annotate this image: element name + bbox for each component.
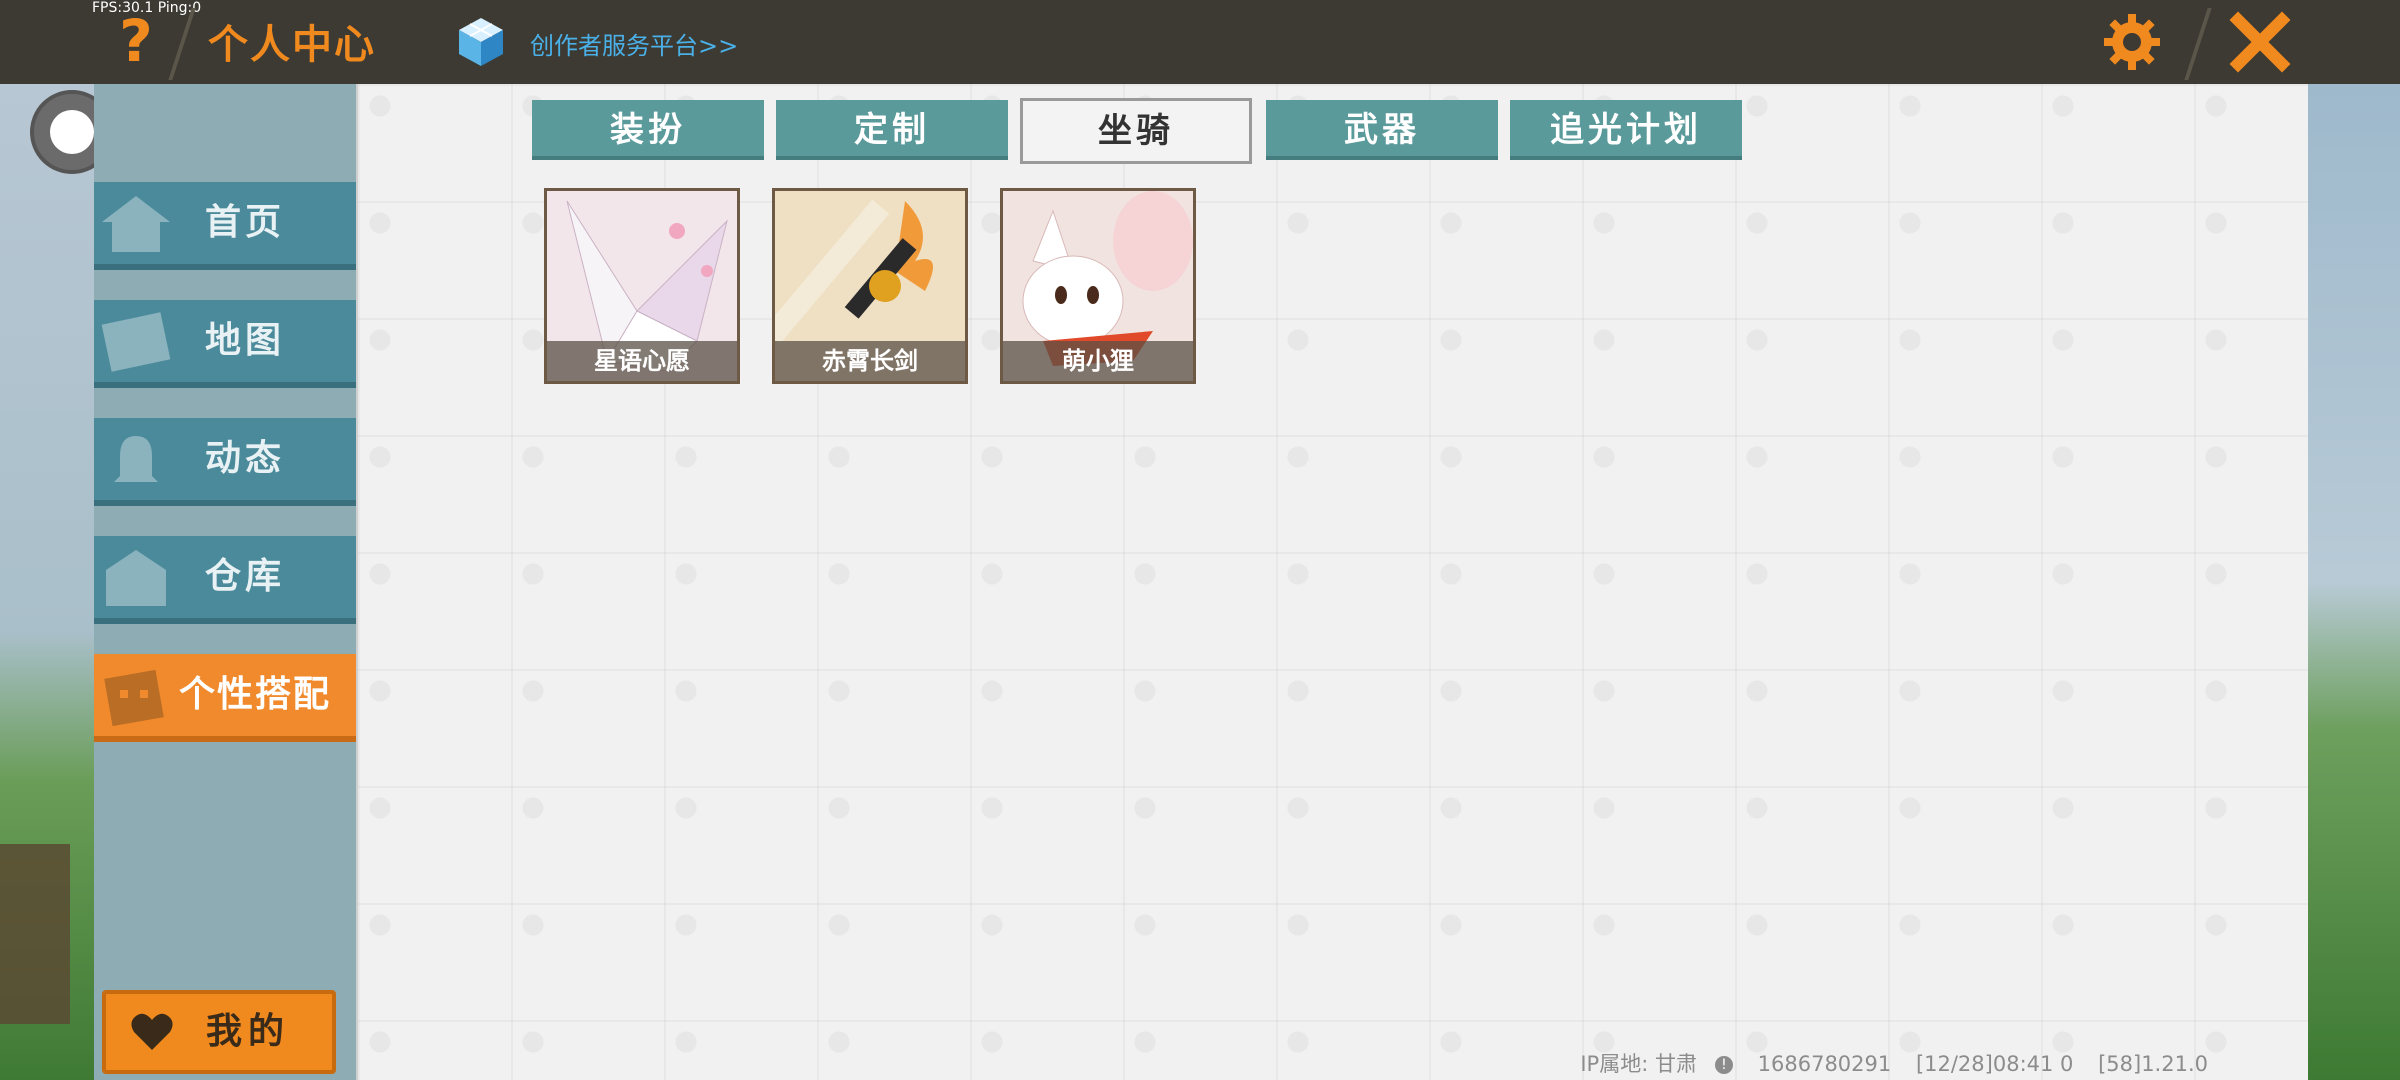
creator-cube-icon[interactable] [455,14,507,70]
status-footer: IP属地: 甘肃! 1686780291 [12/28]08:41 0 [58]… [1544,1048,2208,1078]
divider [168,8,196,80]
settings-gear-icon[interactable] [2100,10,2164,74]
sidebar-item-label: 动态 [204,438,285,479]
info-icon[interactable]: ! [1714,1056,1733,1074]
tab-chase-light-plan[interactable]: 追光计划 [1510,100,1742,160]
user-id: 1686780291 [1757,1052,1892,1076]
ip-location: IP属地: 甘肃! [1562,1052,1733,1076]
top-bar: FPS:30.1 Ping:0 ? 个人中心 创作者服务平台>> [0,0,2400,84]
tab-mount[interactable]: 坐骑 [1020,98,1252,164]
sidebar-item-label: 首页 [204,202,285,243]
terrain-block [0,844,70,1024]
mine-button-label: 我的 [206,1011,291,1052]
version: [58]1.21.0 [2098,1052,2208,1076]
sidebar-item-outfit[interactable]: 个性搭配 [94,654,356,742]
game-world-right [2305,84,2400,1080]
mount-item[interactable]: 萌小狸 [1000,188,1196,384]
sidebar: 首页 地图 动态 仓库 个性搭配 我的 [94,84,356,1080]
timestamp: [12/28]08:41 0 [1915,1052,2074,1076]
sidebar-item-warehouse[interactable]: 仓库 [94,536,356,624]
sidebar-item-home[interactable]: 首页 [94,182,356,270]
item-name: 萌小狸 [1003,341,1193,381]
sidebar-item-label: 个性搭配 [178,674,331,715]
sidebar-item-activity[interactable]: 动态 [94,418,356,506]
help-button[interactable]: ? [108,8,164,74]
heart-icon [131,1013,173,1050]
divider [2184,8,2212,80]
close-icon[interactable] [2228,10,2292,74]
sidebar-item-label: 仓库 [204,556,285,597]
mine-button[interactable]: 我的 [102,990,336,1074]
game-world-left [0,84,96,1080]
ip-location-label: IP属地: 甘肃 [1580,1052,1697,1076]
mount-item[interactable]: 赤霄长剑 [772,188,968,384]
sidebar-item-map[interactable]: 地图 [94,300,356,388]
page-title: 个人中心 [208,22,376,68]
tab-weapon[interactable]: 武器 [1266,100,1498,160]
tab-outfit[interactable]: 装扮 [532,100,764,160]
item-name: 赤霄长剑 [775,341,965,381]
tab-custom[interactable]: 定制 [776,100,1008,160]
creator-platform-link[interactable]: 创作者服务平台>> [530,26,738,61]
mount-item[interactable]: 星语心愿 [544,188,740,384]
sidebar-item-label: 地图 [204,320,285,361]
item-name: 星语心愿 [547,341,737,381]
main-panel: 装扮 定制 坐骑 武器 追光计划 星语心愿 赤霄长剑 萌小狸 IP属地: 甘肃 … [356,84,2308,1080]
